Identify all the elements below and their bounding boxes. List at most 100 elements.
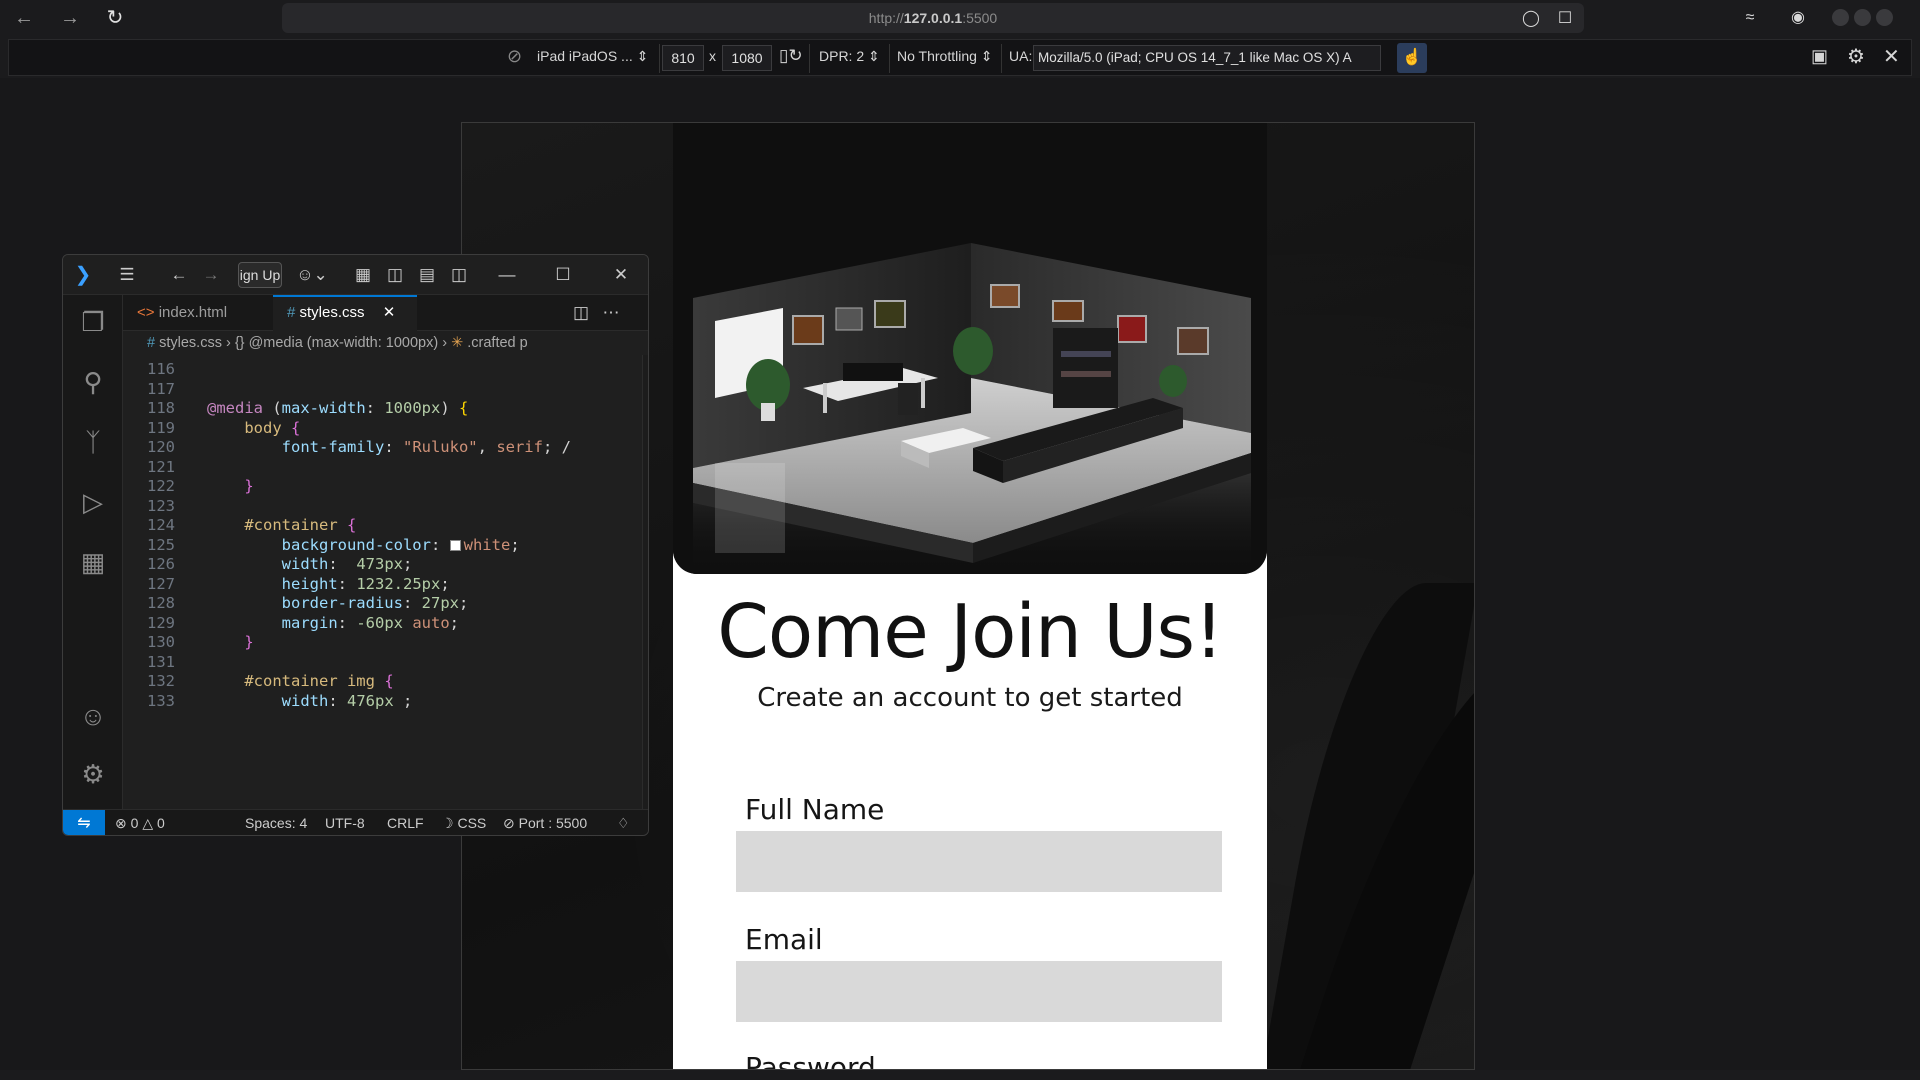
signup-container: Come Join Us! Create an account to get s… xyxy=(673,123,1267,1070)
bookmark-icon[interactable]: ☐ xyxy=(1556,10,1574,28)
window-control-dot[interactable] xyxy=(1832,9,1849,26)
touch-simulation-icon[interactable]: ☝ xyxy=(1397,43,1427,73)
back-icon[interactable]: ← xyxy=(167,263,191,287)
height-input[interactable]: 1080 xyxy=(722,45,772,71)
code-text: font-family: "Ruluko", serif; / xyxy=(281,438,571,456)
code-text: } xyxy=(244,477,254,495)
vscode-window: ❯ ☰ ← → ign Up ☺⌄ ▦ ◫ ▤ ◫ — ☐ ✕ ❐ ⚲ ᛉ ▷ … xyxy=(62,254,649,836)
divider xyxy=(659,44,660,73)
forward-icon[interactable]: → xyxy=(199,263,223,287)
user-agent-input[interactable]: Mozilla/5.0 (iPad; CPU OS 14_7_1 like Ma… xyxy=(1033,45,1381,71)
rotate-icon[interactable]: ▯↻ xyxy=(779,46,803,66)
screenshot-icon[interactable]: ▣ xyxy=(1811,46,1828,67)
divider xyxy=(889,44,890,73)
toggle-secondary-sidebar-icon[interactable]: ◫ xyxy=(447,263,471,287)
status-bar: ⇋ ⊗ 0 △ 0 Spaces: 4 UTF-8 CRLF ☽ CSS ⊘ P… xyxy=(63,809,648,835)
dimension-separator: x xyxy=(709,48,716,64)
forward-icon[interactable]: → xyxy=(58,6,82,30)
run-debug-icon[interactable]: ▷ xyxy=(76,485,110,519)
close-tab-icon[interactable]: ✕ xyxy=(383,304,396,321)
window-control-dot[interactable] xyxy=(1854,9,1871,26)
breadcrumb-media[interactable]: @media (max-width: 1000px) xyxy=(249,335,439,351)
warning-icon: △ xyxy=(142,815,154,831)
copilot-icon[interactable]: ☺⌄ xyxy=(295,263,329,287)
toggle-sidebar-icon[interactable]: ◫ xyxy=(383,263,407,287)
address-bar[interactable]: http://127.0.0.1:5500 ◯ ☐ xyxy=(282,3,1584,33)
minimize-icon[interactable]: — xyxy=(495,263,519,287)
device-select[interactable]: iPad iPadOS ... ⇕ xyxy=(537,48,648,65)
search-icon[interactable]: ⚲ xyxy=(76,365,110,399)
port-icon: ⊘ xyxy=(503,815,515,831)
breadcrumb-file[interactable]: styles.css xyxy=(159,335,222,351)
line-number: 133 xyxy=(147,691,175,710)
toggle-panel-icon[interactable]: ▤ xyxy=(415,263,439,287)
encoding-status[interactable]: UTF-8 xyxy=(325,815,365,831)
dpr-select[interactable]: DPR: 2 ⇕ xyxy=(819,48,880,65)
manage-gear-icon[interactable]: ⚙ xyxy=(76,757,110,791)
selector-icon: ✳ xyxy=(451,335,464,351)
source-control-icon[interactable]: ᛉ xyxy=(76,425,110,459)
email-label: Email xyxy=(745,923,823,956)
close-icon[interactable]: ✕ xyxy=(609,263,633,287)
more-actions-icon[interactable]: ⋯ xyxy=(599,301,623,325)
remote-indicator-icon[interactable]: ⇋ xyxy=(63,810,105,835)
problems-indicator[interactable]: ⊗ 0 △ 0 xyxy=(115,815,165,832)
tab-label: styles.css xyxy=(299,304,365,321)
split-editor-icon[interactable]: ◫ xyxy=(569,301,593,325)
notifications-bell-icon[interactable]: ♢ xyxy=(617,815,630,832)
window-control-dot[interactable] xyxy=(1876,9,1893,26)
eol-status[interactable]: CRLF xyxy=(387,815,424,831)
html-file-icon: <> xyxy=(137,304,155,321)
shield-icon[interactable]: ◯ xyxy=(1522,10,1540,28)
reload-icon[interactable]: ↻ xyxy=(103,6,127,30)
email-input[interactable] xyxy=(736,961,1222,1022)
divider xyxy=(1001,44,1002,73)
css-file-icon: # xyxy=(147,335,156,351)
activity-bar: ❐ ⚲ ᛉ ▷ ▦ ☺ ⚙ xyxy=(63,295,123,809)
extension-icon[interactable]: ≈ xyxy=(1740,8,1760,28)
error-icon: ⊗ xyxy=(115,815,127,831)
maximize-icon[interactable]: ☐ xyxy=(551,263,575,287)
full-name-input[interactable] xyxy=(736,831,1222,892)
divider xyxy=(809,44,810,73)
page-subtitle: Create an account to get started xyxy=(757,683,1183,713)
vscode-logo-icon: ❯ xyxy=(74,264,92,286)
url-text: http://127.0.0.1:5500 xyxy=(868,10,998,26)
extensions-icon[interactable]: ▦ xyxy=(76,545,110,579)
breadcrumb-selector[interactable]: .crafted p xyxy=(467,335,527,351)
throttling-select[interactable]: No Throttling ⇕ xyxy=(897,48,993,65)
layout-icon[interactable]: ▦ xyxy=(351,263,375,287)
hero-room-image xyxy=(673,123,1267,574)
device-icon: ⊘ xyxy=(507,46,523,66)
width-input[interactable]: 810 xyxy=(662,45,704,71)
ua-label: UA: xyxy=(1009,48,1033,64)
responsive-toolbar: ⊘ iPad iPadOS ... ⇕ 810 x 1080 ▯↻ DPR: 2… xyxy=(8,39,1912,76)
live-server-port[interactable]: ⊘ Port : 5500 xyxy=(503,815,587,832)
menu-icon[interactable]: ☰ xyxy=(115,263,139,287)
close-icon[interactable]: ✕ xyxy=(1883,44,1900,69)
editor-tabs: <> index.html # styles.css ✕ ◫ ⋯ xyxy=(123,295,648,331)
vscode-titlebar: ❯ ☰ ← → ign Up ☺⌄ ▦ ◫ ▤ ◫ — ☐ ✕ xyxy=(63,255,648,295)
minimap[interactable] xyxy=(642,355,648,809)
page-title: Come Join Us! xyxy=(717,589,1224,675)
command-center[interactable]: ign Up xyxy=(238,262,282,288)
chevron-right-icon: › xyxy=(442,335,452,351)
isometric-room-illustration xyxy=(673,123,1267,574)
code-editor[interactable]: 116 117 118 @media (max-width: 1000px) {119… xyxy=(123,355,648,809)
code-text: } xyxy=(244,633,254,651)
back-icon[interactable]: ← xyxy=(12,6,36,30)
tab-index-html[interactable]: <> index.html xyxy=(123,295,273,331)
settings-icon[interactable]: ⚙ xyxy=(1847,44,1865,69)
tab-label: index.html xyxy=(158,304,228,321)
browser-toolbar: ← → ↻ http://127.0.0.1:5500 ◯ ☐ ≈ ◉ xyxy=(0,0,1920,36)
language-mode[interactable]: ☽ CSS xyxy=(441,815,486,832)
tab-styles-css[interactable]: # styles.css ✕ xyxy=(273,295,417,331)
full-name-label: Full Name xyxy=(745,793,885,826)
explorer-icon[interactable]: ❐ xyxy=(76,305,110,339)
vpn-icon[interactable]: ◉ xyxy=(1788,8,1808,28)
css-file-icon: # xyxy=(287,304,296,321)
account-icon[interactable]: ☺ xyxy=(76,699,110,733)
indentation-status[interactable]: Spaces: 4 xyxy=(245,815,307,831)
breadcrumb: # styles.css › {} @media (max-width: 100… xyxy=(123,331,648,355)
password-label: Password xyxy=(745,1051,876,1070)
